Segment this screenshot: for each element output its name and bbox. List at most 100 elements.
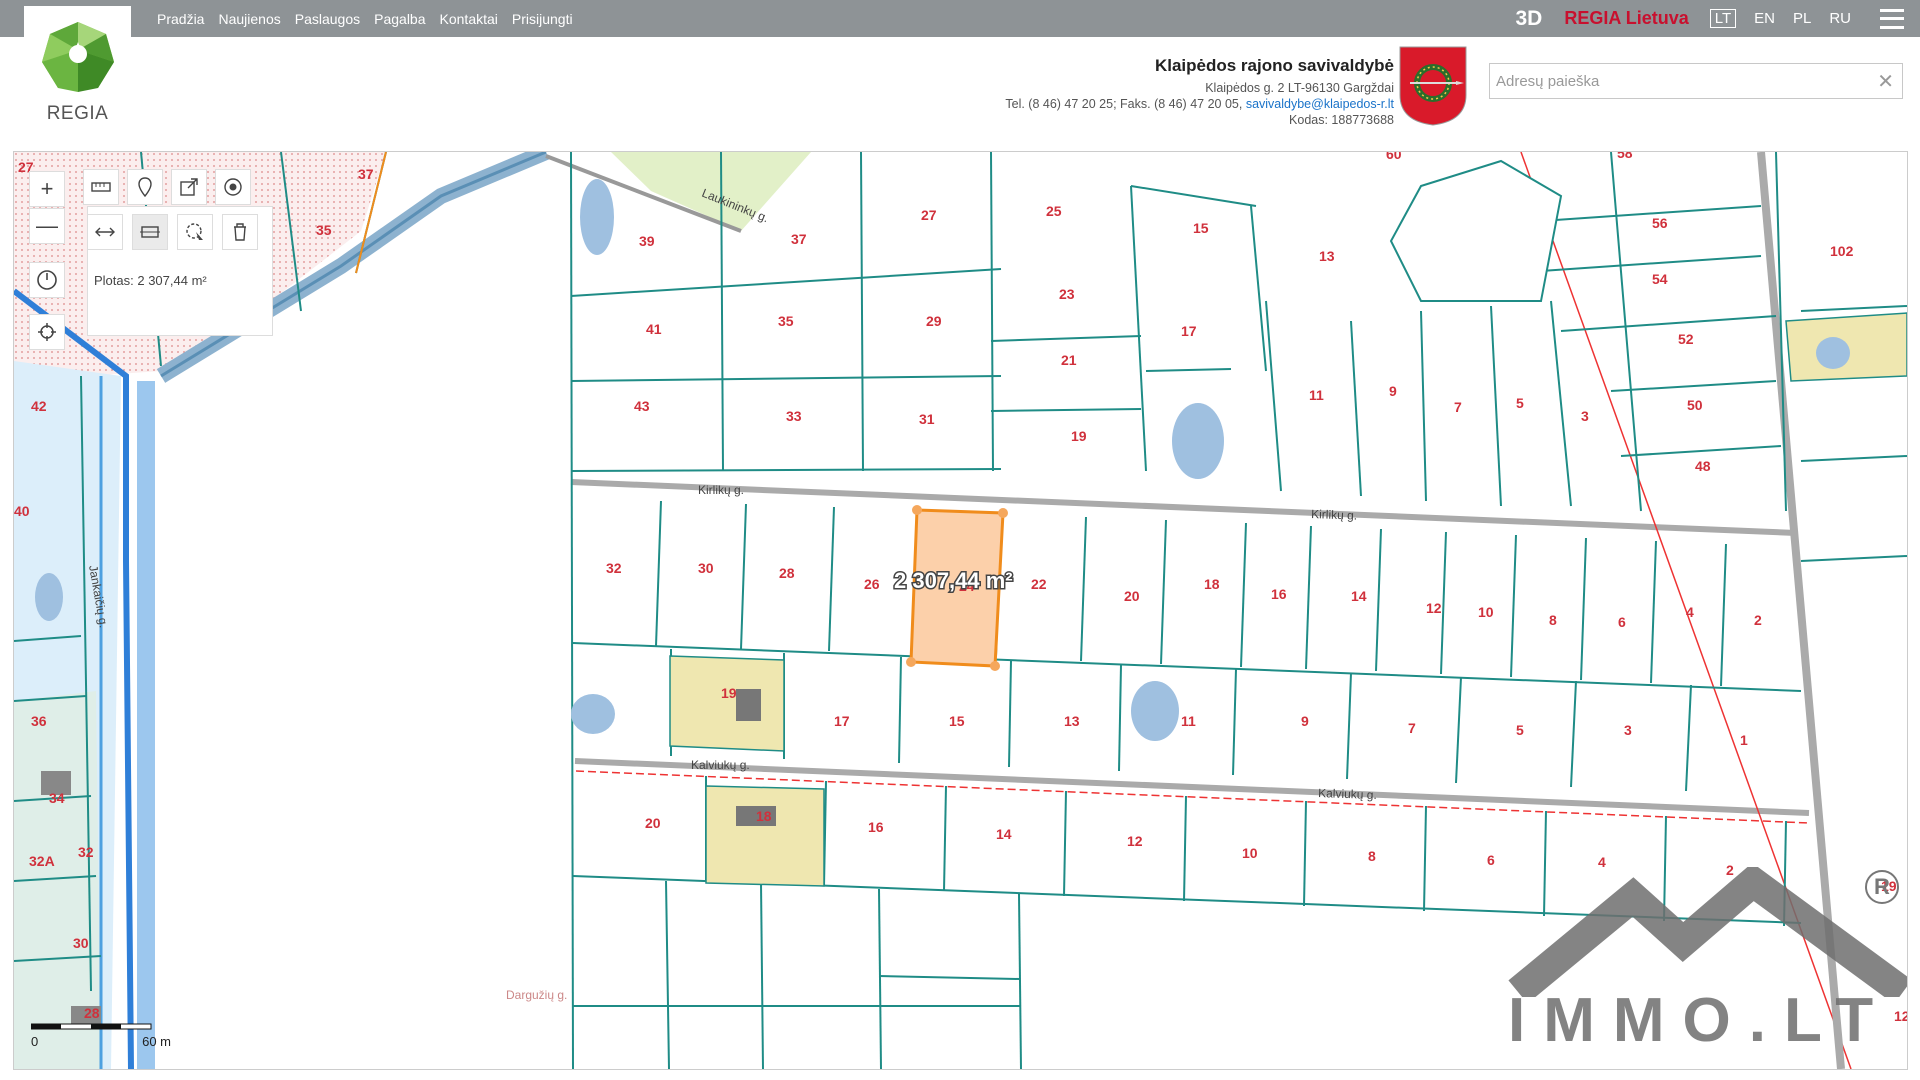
parcel-2: 2 <box>1754 612 1762 628</box>
clock-icon[interactable] <box>29 262 65 298</box>
parcel-50: 50 <box>1687 397 1703 413</box>
parcel-30: 30 <box>698 560 714 576</box>
lang-lt[interactable]: LT <box>1709 9 1737 28</box>
zoom-out-button[interactable]: — <box>29 208 65 244</box>
parcel-20: 20 <box>1124 588 1140 604</box>
parcel-8: 8 <box>1549 612 1557 628</box>
parcel-16b: 16 <box>868 819 884 835</box>
road-kirliku <box>570 479 1797 536</box>
nav-pradzia[interactable]: Pradžia <box>157 11 204 27</box>
parcel-14: 14 <box>1351 588 1367 604</box>
select-parcel-icon[interactable] <box>177 214 213 250</box>
parcel-17b: 17 <box>834 713 850 729</box>
measure-label: 2 307,44 m² <box>894 568 1013 593</box>
street-darguziu: Dargužių g. <box>506 988 567 1002</box>
area-readout: Plotas: 2 307,44 m² <box>94 273 207 288</box>
parcel-35: 35 <box>778 313 794 329</box>
municipality-info: Klaipėdos rajono savivaldybė Klaipėdos g… <box>1005 56 1394 128</box>
parcel-5: 5 <box>1516 395 1524 411</box>
parcel-12: 12 <box>1426 600 1442 616</box>
parcel-39: 39 <box>639 233 655 249</box>
parcel-25: 25 <box>1046 203 1062 219</box>
nav-naujienos[interactable]: Naujienos <box>218 11 280 27</box>
nav-kontaktai[interactable]: Kontaktai <box>440 11 498 27</box>
share-icon[interactable] <box>171 169 207 205</box>
locate-icon[interactable] <box>29 314 65 350</box>
scale-start: 0 <box>31 1034 39 1049</box>
parcel-56: 56 <box>1652 215 1668 231</box>
address-search-input[interactable] <box>1490 64 1866 98</box>
parcel-18: 18 <box>1204 576 1220 592</box>
parcel-9b: 9 <box>1301 713 1309 729</box>
trash-icon[interactable] <box>222 214 258 250</box>
municipality-email[interactable]: savivaldybe@klaipedos-r.lt <box>1246 97 1394 111</box>
parcel-11: 11 <box>1309 387 1324 403</box>
parcel-26: 26 <box>864 576 880 592</box>
nav-paslaugos[interactable]: Paslaugos <box>295 11 360 27</box>
parcel-5b: 5 <box>1516 722 1524 738</box>
parcel-10b: 10 <box>1242 845 1258 861</box>
parcel-40: 40 <box>14 503 30 519</box>
menu-icon[interactable] <box>1880 8 1904 29</box>
municipality-code: Kodas: 188773688 <box>1289 113 1394 127</box>
street-kirliku-2: Kirlikų g. <box>1311 507 1357 523</box>
3d-button[interactable]: 3D <box>1516 7 1543 31</box>
parcel-30l: 30 <box>73 935 89 951</box>
pond-3 <box>1131 681 1179 741</box>
parcel-27: 27 <box>921 207 937 223</box>
parcel-34: 34 <box>49 790 65 806</box>
zoom-in-button[interactable]: + <box>29 171 65 207</box>
municipality-name: Klaipėdos rajono savivaldybė <box>1154 56 1394 75</box>
parcel-12b: 12 <box>1127 833 1143 849</box>
pond-2 <box>1172 403 1224 479</box>
close-icon[interactable]: ✕ <box>1877 69 1894 94</box>
parcel-102: 102 <box>1830 243 1854 259</box>
parcel-32a: 32A <box>29 853 55 869</box>
top-bar: Pradžia Naujienos Paslaugos Pagalba Kont… <box>0 0 1920 37</box>
lang-pl[interactable]: PL <box>1793 10 1811 27</box>
parcel-15b: 15 <box>949 713 965 729</box>
municipality-phone: Tel. (8 46) 47 20 25; Faks. (8 46) 47 20… <box>1005 97 1243 111</box>
lang-ru[interactable]: RU <box>1829 10 1851 27</box>
street-kirliku-1: Kirlikų g. <box>698 483 744 497</box>
parcel-3: 3 <box>1581 408 1589 424</box>
street-kalviuku-2: Kalviukų g. <box>1318 786 1377 802</box>
target-icon[interactable] <box>215 169 251 205</box>
parcel-15: 15 <box>1193 220 1209 236</box>
parcel-22: 22 <box>1031 576 1047 592</box>
parcel-54: 54 <box>1652 271 1668 287</box>
map-viewport[interactable]: 39 37 27 25 15 13 56 102 41 35 29 23 17 … <box>13 151 1908 1070</box>
parcel-8b: 8 <box>1368 848 1376 864</box>
address-search: ✕ <box>1489 63 1903 99</box>
regia-lietuva-link[interactable]: REGIA Lietuva <box>1564 8 1688 29</box>
parcel-11b: 11 <box>1181 713 1196 729</box>
municipality-contacts: Tel. (8 46) 47 20 25; Faks. (8 46) 47 20… <box>1005 96 1394 112</box>
parcel-29: 29 <box>926 313 942 329</box>
parcel-20b: 20 <box>645 815 661 831</box>
parcel-7b: 7 <box>1408 720 1416 736</box>
parcel-32: 32 <box>606 560 622 576</box>
parcel-3b: 3 <box>1624 722 1632 738</box>
regia-logo-icon <box>41 22 114 92</box>
watermark-text: IMMO.LT <box>1508 986 1892 1055</box>
cul-de-sac <box>1389 159 1563 302</box>
measure-distance-icon[interactable] <box>87 214 123 250</box>
parcel-32l: 32 <box>78 844 94 860</box>
lang-en[interactable]: EN <box>1754 10 1775 27</box>
parcel-18b: 18 <box>756 808 772 824</box>
parcel-23: 23 <box>1059 286 1075 302</box>
measure-area-icon[interactable] <box>132 214 168 250</box>
scale-end: 60 m <box>142 1034 171 1049</box>
pond-1 <box>580 179 614 255</box>
nav-prisijungti[interactable]: Prisijungti <box>512 11 573 27</box>
parcel-16: 16 <box>1271 586 1287 602</box>
parcel-42: 42 <box>31 398 47 414</box>
scale-bar-graphic <box>31 1023 152 1030</box>
ruler-icon[interactable] <box>83 169 119 205</box>
nav-pagalba[interactable]: Pagalba <box>374 11 425 27</box>
regia-logo[interactable]: REGIA <box>24 6 131 132</box>
pin-icon[interactable] <box>127 169 163 205</box>
parcel-48: 48 <box>1695 458 1711 474</box>
logo-text: REGIA <box>46 103 109 124</box>
parcel-60: 60 <box>1386 152 1402 162</box>
